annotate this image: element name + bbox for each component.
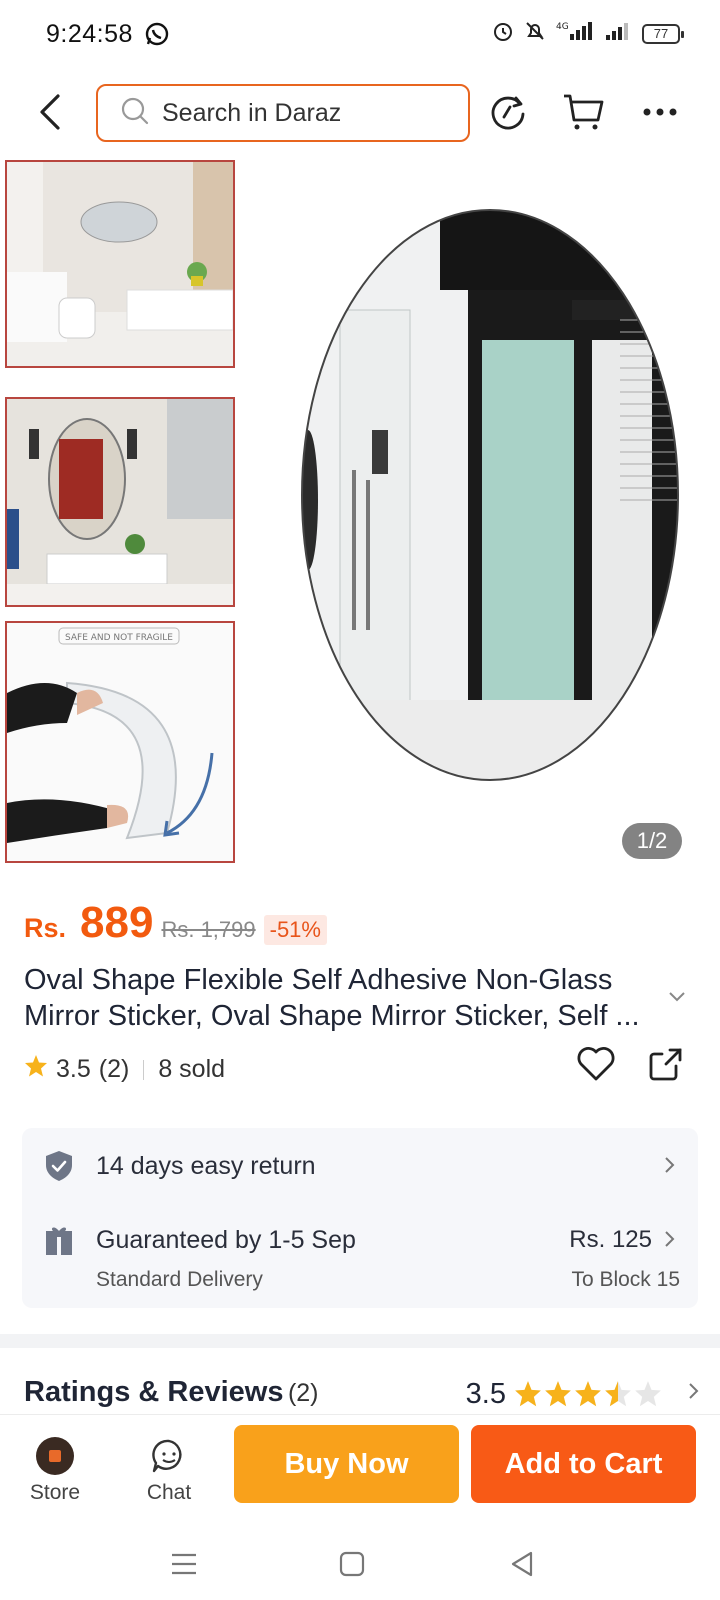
store-label: Store (29, 1481, 81, 1504)
thumbnail-bathroom-2[interactable] (5, 397, 235, 607)
share-button[interactable] (648, 1046, 684, 1087)
add-to-cart-button[interactable]: Add to Cart (471, 1425, 696, 1503)
whatsapp-icon (144, 21, 170, 52)
home-button[interactable] (332, 1544, 372, 1584)
chevron-right-icon (688, 1382, 700, 1405)
reviews-title: Ratings & Reviews (24, 1376, 284, 1408)
status-icons: 4G 77 (492, 20, 684, 47)
alarm-icon (492, 20, 514, 47)
discount-badge: -51% (263, 915, 327, 945)
top-nav: Search in Daraz (0, 82, 720, 142)
rating-row[interactable]: 3.5 (2) 8 sold (24, 1054, 225, 1085)
shield-check-icon (44, 1150, 74, 1187)
chat-bubble-icon (150, 1437, 188, 1475)
thumbnail-flexible[interactable]: SAFE AND NOT FRAGILE (5, 621, 235, 863)
bottom-action-bar: Store Chat Buy Now Add to Cart (0, 1414, 720, 1524)
star-icon (575, 1381, 601, 1407)
search-placeholder: Search in Daraz (162, 98, 342, 127)
system-back-button[interactable] (502, 1544, 542, 1584)
history-button[interactable] (484, 88, 532, 136)
price-currency: Rs. (24, 913, 67, 943)
return-policy-text: 14 days easy return (96, 1152, 316, 1180)
back-arrow-icon (40, 94, 60, 130)
status-time: 9:24:58 (46, 20, 133, 48)
image-counter: 1/2 (622, 823, 682, 859)
gift-box-icon (44, 1226, 74, 1261)
price-row: Rs. 889 Rs. 1,799 -51% (24, 898, 327, 948)
delivery-guarantee-text: Guaranteed by 1-5 Sep (96, 1226, 356, 1254)
rating-value: 3.5 (56, 1055, 91, 1083)
battery-icon: 77 (642, 23, 684, 44)
back-button[interactable] (30, 90, 70, 134)
refresh-history-icon (491, 96, 525, 130)
star-rating (514, 1380, 662, 1408)
wishlist-button[interactable] (576, 1046, 616, 1087)
delivery-type: Standard Delivery (96, 1268, 263, 1291)
reviews-count: (2) (287, 1379, 319, 1407)
signal-icon (606, 20, 632, 47)
star-icon (605, 1381, 631, 1407)
delivery-row[interactable]: Guaranteed by 1-5 Sep Standard Delivery … (22, 1204, 698, 1308)
star-icon (515, 1381, 541, 1407)
chat-label: Chat (146, 1481, 192, 1504)
delivery-destination: To Block 15 (571, 1268, 680, 1291)
menu-lines-icon (172, 1553, 196, 1575)
main-product-image[interactable] (240, 160, 720, 860)
search-icon (120, 96, 150, 131)
expand-title-icon[interactable] (668, 990, 686, 1008)
cart-icon (564, 94, 604, 130)
delivery-fee: Rs. 125 (569, 1226, 652, 1253)
recent-apps-button[interactable] (164, 1544, 204, 1584)
square-icon (339, 1551, 365, 1577)
return-policy-row[interactable]: 14 days easy return (22, 1128, 698, 1204)
divider (143, 1059, 145, 1080)
buy-now-button[interactable]: Buy Now (234, 1425, 459, 1503)
store-button[interactable]: Store (10, 1437, 100, 1505)
ratings-reviews-row[interactable]: Ratings & Reviews (2) 3.5 (24, 1376, 700, 1416)
reviews-score: 3.5 (465, 1378, 506, 1410)
triangle-back-icon (511, 1551, 533, 1577)
original-price: Rs. 1,799 (161, 917, 256, 942)
svg-text:4G: 4G (556, 22, 569, 32)
star-icon (545, 1381, 571, 1407)
search-input[interactable]: Search in Daraz (96, 84, 470, 142)
price-amount: 889 (80, 898, 154, 947)
sold-count: 8 sold (158, 1055, 226, 1083)
chevron-right-icon (664, 1156, 676, 1179)
thumb-caption: SAFE AND NOT FRAGILE (65, 633, 173, 643)
status-bar: 9:24:58 4G 77 (0, 0, 720, 70)
product-title[interactable]: Oval Shape Flexible Self Adhesive Non-Gl… (24, 962, 664, 1034)
system-nav-bar (0, 1524, 720, 1600)
share-icon (649, 1048, 682, 1081)
section-divider (0, 1334, 720, 1348)
service-card: 14 days easy return Guaranteed by 1-5 Se… (22, 1128, 698, 1308)
cart-button[interactable] (560, 88, 608, 136)
more-dots-icon (643, 108, 677, 116)
mute-bell-icon (524, 20, 546, 47)
more-button[interactable] (636, 88, 684, 136)
chevron-right-icon (664, 1230, 676, 1253)
rating-count: (2) (98, 1055, 130, 1083)
thumbnail-bathroom-1[interactable] (5, 160, 235, 368)
heart-icon (577, 1047, 615, 1081)
store-logo-icon (36, 1437, 74, 1475)
chat-button[interactable]: Chat (124, 1437, 214, 1505)
star-icon (635, 1381, 661, 1407)
star-icon (24, 1054, 48, 1085)
signal-4g-icon: 4G (556, 20, 596, 47)
